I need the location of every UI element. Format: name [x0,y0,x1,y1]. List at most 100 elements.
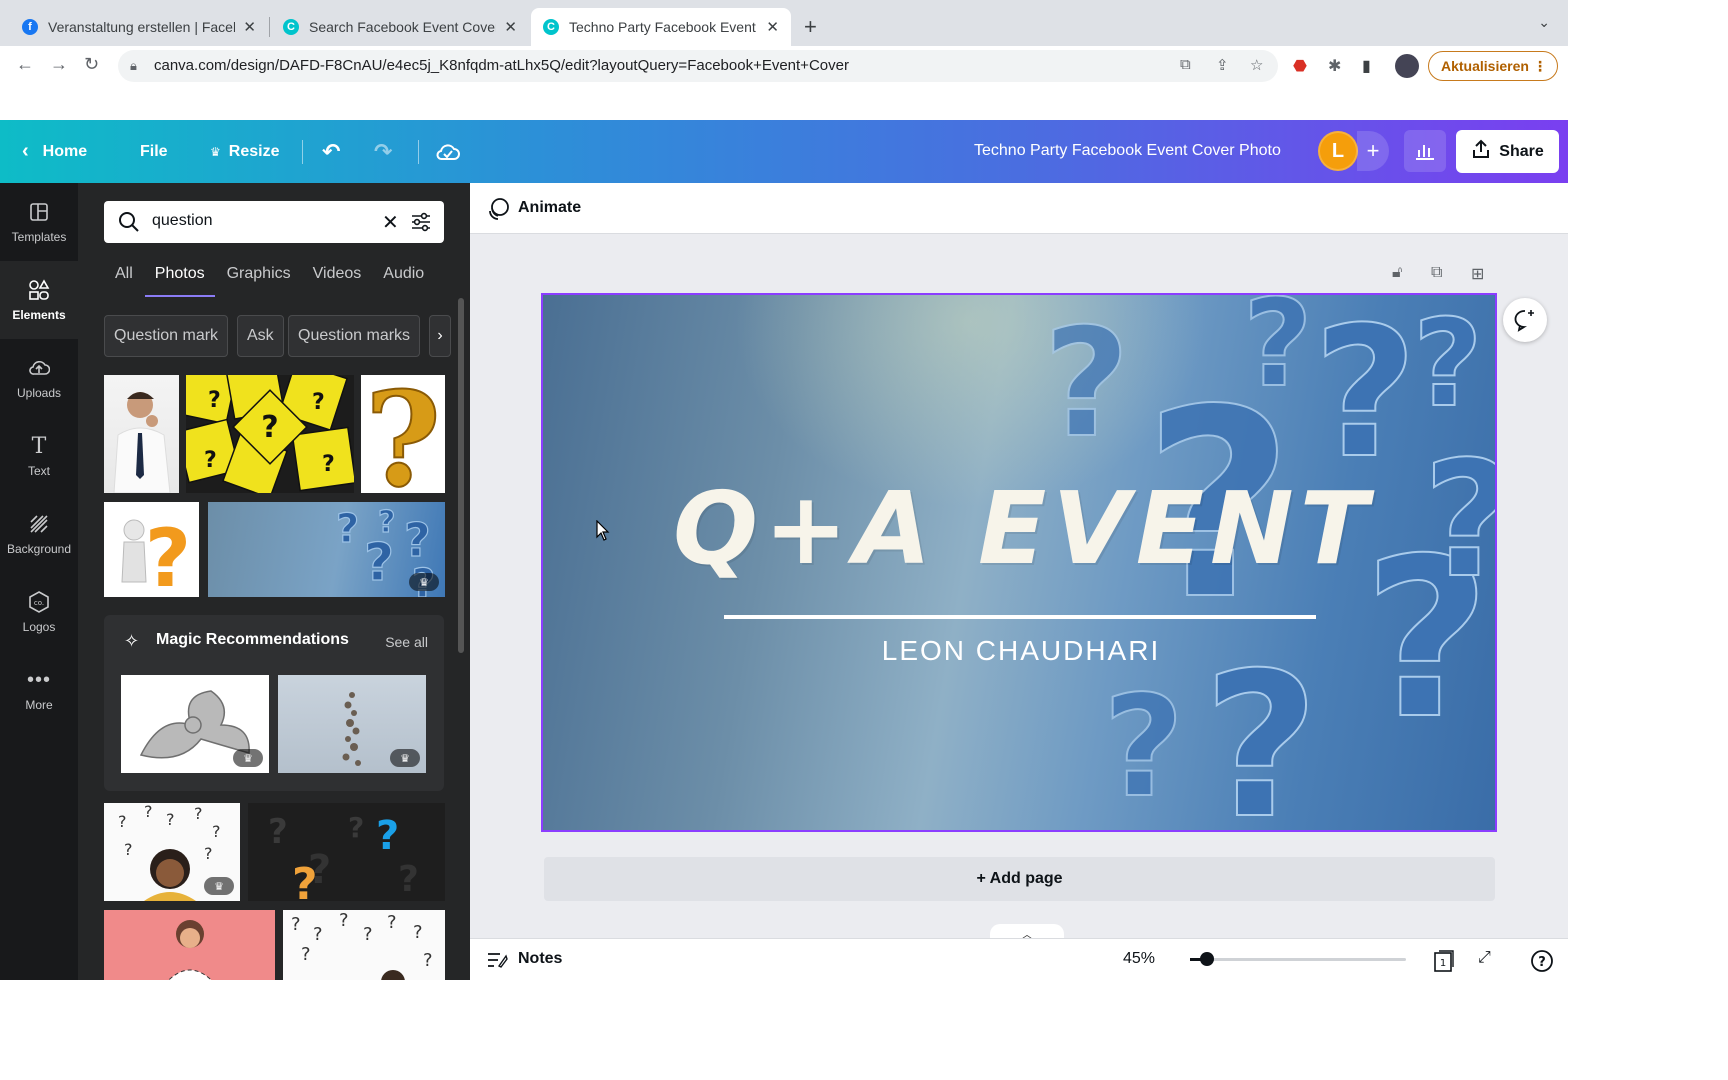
fullscreen-icon[interactable]: ⤢ [1478,949,1491,967]
share-button[interactable]: Share [1456,130,1559,173]
search-input[interactable]: question ✕ [104,201,444,243]
rail-item-logos[interactable]: co. Logos [0,573,78,651]
forward-icon[interactable]: → [50,54,68,75]
chevron-right-icon[interactable]: › [429,315,451,357]
document-title[interactable]: Techno Party Facebook Event Cover Photo [974,142,1281,160]
notes-button[interactable]: Notes [518,950,562,968]
extensions-puzzle-icon[interactable]: ✱ [1328,56,1341,76]
search-icon [118,211,140,238]
tab-videos[interactable]: Videos [313,265,362,297]
browser-tab-strip: f Veranstaltung erstellen | Faceb ✕ C Se… [0,0,1568,46]
duplicate-page-icon[interactable]: ⧉ [1431,264,1442,282]
tab-search-chevron-icon[interactable]: ⌄ [1538,14,1550,31]
svg-text:?: ? [261,410,278,445]
photo-thumbnail-thinking-man[interactable] [104,375,179,493]
svg-text:?: ? [1313,295,1417,498]
home-button[interactable]: ‹ Home [22,120,87,183]
photo-thumbnail-silver-fleur[interactable]: ♛ [121,675,269,773]
suggestion-chip[interactable]: Question marks [288,315,421,357]
photo-thumbnail-falling-stones[interactable]: ♛ [278,675,426,773]
rail-item-background[interactable]: Background [0,495,78,573]
add-page-icon[interactable]: ⊞ [1471,264,1484,284]
cloud-saved-icon[interactable] [436,120,460,183]
back-icon[interactable]: ← [16,54,34,75]
rail-item-elements[interactable]: Elements [0,261,78,339]
new-tab-icon[interactable]: + [804,14,817,40]
redo-icon[interactable]: ↷ [374,120,392,183]
url-text: canva.com/design/DAFD-F8CnAU/e4ec5j_K8nf… [154,57,849,74]
rail-item-uploads[interactable]: Uploads [0,339,78,417]
bookmark-star-icon[interactable]: ☆ [1250,56,1263,74]
share-page-icon[interactable]: ⇪ [1216,56,1229,74]
insights-chart-icon[interactable] [1404,130,1446,172]
side-panel-icon[interactable]: ▮ [1362,56,1371,76]
suggestion-chip[interactable]: Ask [237,315,284,357]
zoom-slider[interactable] [1190,952,1406,966]
photo-thumbnail-question-doodles[interactable]: ???????? [283,910,445,980]
photo-thumbnail-woman-thinking[interactable]: ??????? ♛ [104,803,240,901]
design-subtitle-text[interactable]: LEON CHAUDHARI [723,635,1319,667]
close-tab-icon[interactable]: ✕ [504,18,517,36]
user-avatar[interactable]: L [1318,131,1358,171]
resize-label: Resize [228,142,280,160]
file-menu-button[interactable]: File [140,120,168,183]
canva-icon: C [283,19,299,35]
adblock-extension-icon[interactable]: ⬣ [1293,56,1307,76]
tab-audio[interactable]: Audio [383,265,424,297]
browser-tab-active-design[interactable]: C Techno Party Facebook Event C ✕ [531,8,791,46]
tab-all[interactable]: All [115,265,133,297]
photo-thumbnail-3d-figure-question[interactable]: ? [104,502,199,597]
page-count-icon[interactable]: 1 [1432,949,1456,978]
panel-scrollbar[interactable] [458,298,464,653]
rail-item-templates[interactable]: Templates [0,183,78,261]
browser-menu-icon[interactable]: ⋮ [1533,58,1547,75]
close-tab-icon[interactable]: ✕ [243,18,256,36]
rail-label: Text [27,464,50,478]
rail-item-more[interactable]: ••• More [0,651,78,729]
close-tab-icon[interactable]: ✕ [766,18,779,36]
tab-photos[interactable]: Photos [144,265,215,297]
filter-sliders-icon[interactable] [410,211,432,238]
photo-thumbnail-blue-question-marks[interactable]: ????? ♛ [208,502,445,597]
zoom-level[interactable]: 45% [1123,950,1155,968]
svg-text:?: ? [1423,426,1495,613]
undo-icon[interactable]: ↶ [322,120,340,183]
templates-icon [27,200,51,224]
design-title-text[interactable]: Q+A EVENT [673,470,1393,587]
design-canvas-page[interactable]: ? ? ? ? ? ? ? ? ? Q+A EVENT LEON CHAUDHA… [541,293,1497,832]
zoom-slider-knob[interactable] [1200,952,1215,966]
browser-tab-search-canva[interactable]: C Search Facebook Event Cover ✕ [271,8,529,46]
tab-graphics[interactable]: Graphics [227,265,291,297]
see-all-link[interactable]: See all [385,634,428,650]
update-browser-button[interactable]: Aktualisieren ⋮ [1428,51,1558,81]
photo-thumbnail-dark-question-marks[interactable]: ?????? [248,803,445,901]
content-type-tabs: All Photos Graphics Videos Audio [115,265,446,297]
browser-toolbar: ← → ↻ 🔒︎ canva.com/design/DAFD-F8CnAU/e4… [0,46,1568,86]
suggestion-chip[interactable]: Question mark [104,315,229,357]
lock-page-icon[interactable]: 🔓︎ [1392,264,1402,282]
premium-crown-icon: ♛ [204,877,234,895]
help-icon[interactable]: ? [1530,949,1554,978]
photo-thumbnail-gold-question-mark[interactable]: ? [361,375,445,493]
svg-text:?: ? [292,859,318,901]
animate-button[interactable]: Animate [518,199,581,217]
photo-thumbnail-woman-shrugging[interactable] [104,910,275,980]
add-comment-icon[interactable] [1503,298,1547,342]
magic-title: Magic Recommendations [156,631,349,648]
clear-search-icon[interactable]: ✕ [382,210,399,235]
photo-thumbnail-yellow-signs[interactable]: ? ? ? ? ? [186,375,354,493]
add-page-button[interactable]: + Add page [544,857,1495,901]
design-divider-line[interactable] [724,615,1316,619]
resize-button[interactable]: ♛ Resize [210,120,279,183]
reload-icon[interactable]: ↻ [84,54,99,75]
browser-tab-facebook[interactable]: f Veranstaltung erstellen | Faceb ✕ [10,8,268,46]
elements-icon [27,278,51,302]
address-bar[interactable]: 🔒︎ canva.com/design/DAFD-F8CnAU/e4ec5j_K… [118,50,1278,82]
svg-text:?: ? [387,912,397,933]
profile-avatar[interactable] [1395,54,1419,78]
rail-item-text[interactable]: T Text [0,417,78,495]
translate-icon[interactable]: ⧉ [1180,56,1191,73]
rail-label: Uploads [16,386,62,400]
object-panel-rail: Templates Elements Uploads T Text Backgr… [0,183,78,980]
crown-icon: ♛ [210,144,221,159]
